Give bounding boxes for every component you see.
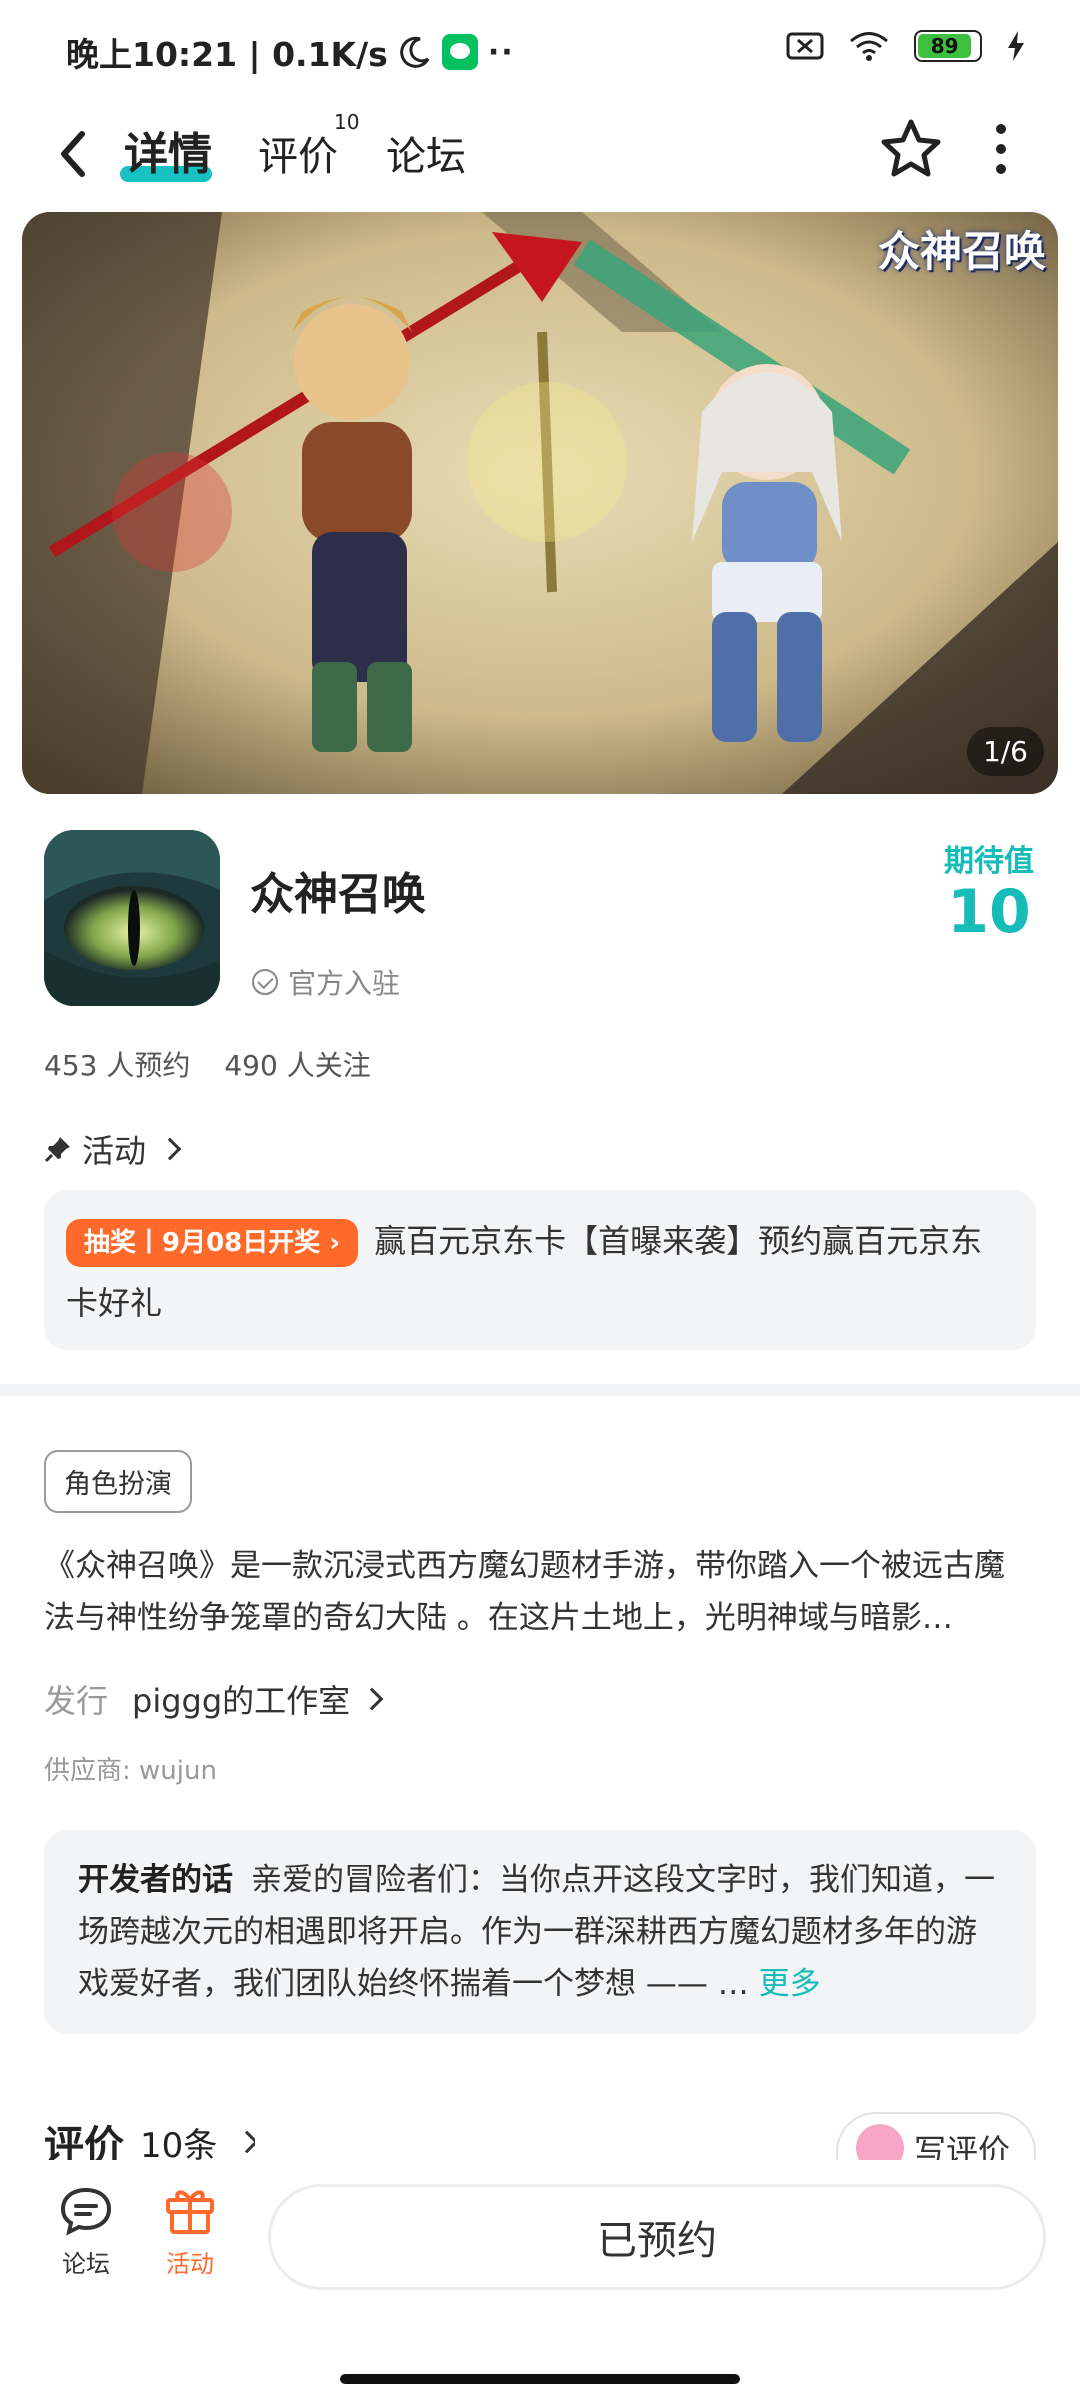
app-icon xyxy=(44,830,220,1006)
developer-note-card[interactable]: 开发者的话 亲爱的冒险者们：当你点开这段文字时，我们知道，一场跨越次元的相遇即将开… xyxy=(44,1830,1036,2034)
bottom-action-bar: 论坛 活动 已预约 xyxy=(0,2160,1080,2300)
status-time: 晚上10:21 | 0.1K/s xyxy=(66,35,388,74)
expectation-value: 10 xyxy=(947,877,1031,947)
activity-card[interactable]: 抽奖丨9月08日开奖 › 赢百元京东卡【首曝来袭】预约赢百元京东卡好礼 xyxy=(44,1190,1036,1350)
game-description[interactable]: 《众神召唤》是一款沉浸式西方魔幻题材手游，带你踏入一个被远古魔法与神性纷争笼罩的… xyxy=(44,1540,1034,1644)
banner-game-logo: 众神召唤 xyxy=(877,227,1046,276)
genre-tag[interactable]: 角色扮演 xyxy=(44,1450,192,1513)
bottom-forum-button[interactable]: 论坛 xyxy=(46,2186,126,2279)
status-right: 89 xyxy=(786,30,1026,62)
more-notifications-icon: ·· xyxy=(487,34,515,70)
lottery-badge-label: 抽奖丨9月08日开奖 xyxy=(84,1228,321,1258)
home-indicator[interactable] xyxy=(340,2374,740,2384)
app-title: 众神召唤 xyxy=(250,869,426,920)
verified-check-icon xyxy=(252,969,278,995)
sim-off-icon xyxy=(786,32,824,60)
moon-icon xyxy=(400,36,430,68)
banner-page-indicator: 1/6 xyxy=(966,727,1044,776)
tab-details[interactable]: 详情 xyxy=(124,118,212,182)
chevron-right-icon xyxy=(235,2130,256,2154)
status-bar: 晚上10:21 | 0.1K/s ·· 89 xyxy=(0,0,1080,96)
charging-icon xyxy=(1008,31,1024,61)
avatar xyxy=(856,2124,904,2160)
wifi-icon xyxy=(850,32,888,61)
chevron-right-icon xyxy=(360,1687,384,1711)
reservation-count: 453 人预约 xyxy=(44,1049,191,1082)
publisher-row[interactable]: 发行 piggg的工作室 xyxy=(44,1676,384,1722)
official-label: 官方入驻 xyxy=(288,967,401,1000)
reviews-count: 10条 xyxy=(140,2125,218,2161)
write-review-button[interactable]: 写评价 xyxy=(836,2112,1036,2160)
forum-chat-icon xyxy=(60,2187,112,2236)
chevron-right-icon xyxy=(158,1137,182,1161)
banner-artwork xyxy=(22,212,1058,794)
pin-icon xyxy=(44,1137,70,1163)
lottery-badge: 抽奖丨9月08日开奖 › xyxy=(66,1219,359,1267)
tab-forum[interactable]: 论坛 xyxy=(386,124,466,182)
developer-note-key: 开发者的话 xyxy=(78,1862,233,1898)
battery-icon: 89 xyxy=(914,30,982,62)
app-stats: 453 人预约 490 人关注 xyxy=(44,1044,371,1084)
bottom-forum-label: 论坛 xyxy=(62,2250,110,2278)
screenshot-banner[interactable]: 众神召唤 1/6 xyxy=(22,212,1058,794)
more-options-icon[interactable] xyxy=(986,124,1016,174)
publisher-key: 发行 xyxy=(44,1682,109,1720)
official-badge: 官方入驻 xyxy=(252,962,400,1002)
publisher-value: piggg的工作室 xyxy=(132,1682,351,1720)
developer-note-more-link[interactable]: 更多 xyxy=(759,1966,821,2002)
activity-header[interactable]: 活动 xyxy=(44,1126,182,1172)
reviews-count-badge: 10 xyxy=(334,110,360,134)
bottom-activity-button[interactable]: 活动 xyxy=(150,2186,230,2279)
expectation-label: 期待值 xyxy=(944,844,1034,879)
bottom-activity-label: 活动 xyxy=(166,2250,214,2278)
gift-icon xyxy=(166,2190,214,2234)
wechat-icon xyxy=(441,34,478,70)
dragon-eye-icon xyxy=(44,830,220,1006)
reviews-title: 评价 xyxy=(44,2124,124,2160)
battery-level: 89 xyxy=(918,34,972,58)
activity-header-label: 活动 xyxy=(82,1132,147,1170)
top-nav: 详情 评价 10 论坛 xyxy=(0,96,1080,216)
expectation-score: 期待值 10 xyxy=(944,836,1034,944)
back-arrow-icon[interactable] xyxy=(50,124,94,184)
tab-reviews[interactable]: 评价 xyxy=(258,124,338,182)
follower-count: 490 人关注 xyxy=(224,1049,371,1082)
section-divider xyxy=(0,1384,1080,1396)
supplier-info: 供应商: wujun xyxy=(44,1756,217,1786)
write-review-label: 写评价 xyxy=(914,2132,1011,2160)
reserved-button[interactable]: 已预约 xyxy=(268,2184,1046,2290)
reviews-header[interactable]: 评价 10条 xyxy=(44,2124,256,2161)
favorite-star-icon[interactable] xyxy=(876,114,946,184)
status-left: 晚上10:21 | 0.1K/s ·· xyxy=(66,28,515,76)
